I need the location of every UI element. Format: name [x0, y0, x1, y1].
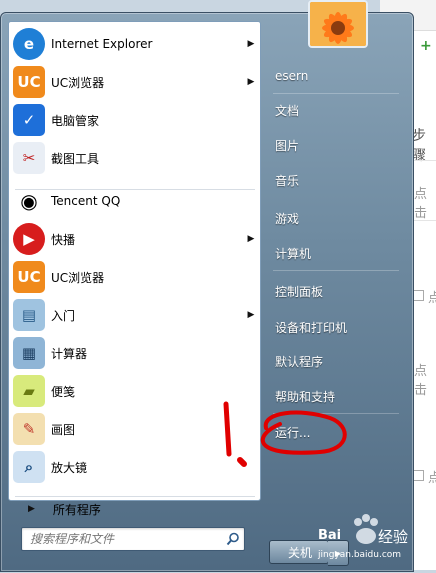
pinned-separator	[15, 189, 255, 190]
right-separator	[273, 93, 399, 94]
program-label: Tencent QQ	[51, 194, 121, 208]
program-item[interactable]: ⌕ 放大镜	[13, 449, 257, 485]
background-click-text: 点击	[414, 187, 428, 221]
program-item[interactable]: ✓ 电脑管家	[13, 102, 257, 138]
program-label: 入门	[51, 308, 76, 323]
program-item[interactable]: ✂ 截图工具	[13, 140, 257, 176]
program-item[interactable]: UC UC浏览器	[13, 259, 257, 295]
program-label: Internet Explorer	[51, 37, 153, 51]
right-separator	[273, 413, 399, 414]
program-label: 电脑管家	[51, 113, 100, 128]
search-icon[interactable]	[222, 529, 244, 549]
watermark-url: jingyan.baidu.com	[318, 550, 402, 560]
background-click-text: 点击	[414, 364, 428, 398]
baidu-watermark: Bai 经验 jingyan.baidu.com	[318, 512, 436, 570]
search-box	[21, 527, 245, 551]
right-separator	[273, 270, 399, 271]
right-menu-item[interactable]: 音乐	[267, 167, 403, 193]
program-item[interactable]: ▤ 入门 ▶	[13, 297, 257, 333]
right-menu-item[interactable]: 帮助和支持	[267, 383, 403, 409]
shutdown-label: 关机	[288, 545, 313, 560]
qvod-icon: ▶	[13, 223, 45, 255]
program-item[interactable]: ▦ 计算器	[13, 335, 257, 371]
program-item[interactable]: ✎ 画图	[13, 411, 257, 447]
program-item[interactable]: UC UC浏览器 ▶	[13, 64, 257, 100]
submenu-arrow-icon[interactable]: ▶	[245, 310, 257, 320]
uc-browser-icon: UC	[13, 66, 45, 98]
watermark-brand: Bai	[318, 528, 342, 543]
program-label: UC浏览器	[51, 75, 105, 90]
program-label: 计算器	[51, 346, 88, 361]
program-item[interactable]: e Internet Explorer ▶	[13, 26, 257, 62]
right-menu-item[interactable]: 默认程序	[267, 348, 403, 374]
search-input[interactable]	[22, 530, 222, 548]
right-menu-item[interactable]: 游戏	[267, 205, 403, 231]
background-click-text: 点	[428, 291, 436, 306]
program-label: 画图	[51, 422, 76, 437]
programs-panel: e Internet Explorer ▶ UC UC浏览器 ▶ ✓ 电脑管家 ✂ 截图工具 ◉ Te…	[8, 21, 261, 501]
program-label: UC浏览器	[51, 270, 105, 285]
program-item[interactable]: ▰ 便笺	[13, 373, 257, 409]
pc-manager-icon: ✓	[13, 104, 45, 136]
internet-explorer-icon: e	[13, 28, 45, 60]
submenu-arrow-icon[interactable]: ▶	[245, 234, 257, 244]
getting-started-icon: ▤	[13, 299, 45, 331]
right-menu-item[interactable]: 文档	[267, 97, 403, 123]
sticky-notes-icon: ▰	[13, 375, 45, 407]
magnifier-icon: ⌕	[13, 451, 45, 483]
all-programs-button[interactable]: ▶ 所有程序	[8, 497, 259, 521]
right-menu-item[interactable]: 运行...	[267, 419, 403, 445]
submenu-arrow-icon[interactable]: ▶	[245, 77, 257, 87]
start-menu: e Internet Explorer ▶ UC UC浏览器 ▶ ✓ 电脑管家 ✂ 截图工具 ◉ Te…	[0, 12, 414, 572]
program-label: 截图工具	[51, 151, 100, 166]
paint-icon: ✎	[13, 413, 45, 445]
right-menu-item[interactable]: 计算机	[267, 240, 403, 266]
all-programs-label: 所有程序	[52, 502, 101, 517]
program-label: 便笺	[51, 384, 76, 399]
background-steps-text: 步骤	[412, 128, 426, 164]
program-label: 快播	[51, 232, 76, 247]
watermark-suffix: 经验	[378, 528, 409, 546]
background-click-text: 点	[428, 471, 436, 486]
uc-browser-icon: UC	[13, 261, 45, 293]
right-menu-item[interactable]: 设备和打印机	[267, 314, 403, 340]
submenu-arrow-icon[interactable]: ▶	[245, 39, 257, 49]
program-label: 放大镜	[51, 460, 88, 475]
right-menu-item[interactable]: 控制面板	[267, 278, 403, 304]
user-avatar[interactable]	[308, 0, 368, 48]
calculator-icon: ▦	[13, 337, 45, 369]
triangle-right-icon: ▶	[28, 504, 35, 514]
snipping-tool-icon: ✂	[13, 142, 45, 174]
right-menu-item[interactable]: 图片	[267, 132, 403, 158]
right-menu-item[interactable]: esern	[267, 63, 403, 89]
add-icon: +	[420, 38, 432, 54]
program-item[interactable]: ▶ 快播 ▶	[13, 221, 257, 257]
